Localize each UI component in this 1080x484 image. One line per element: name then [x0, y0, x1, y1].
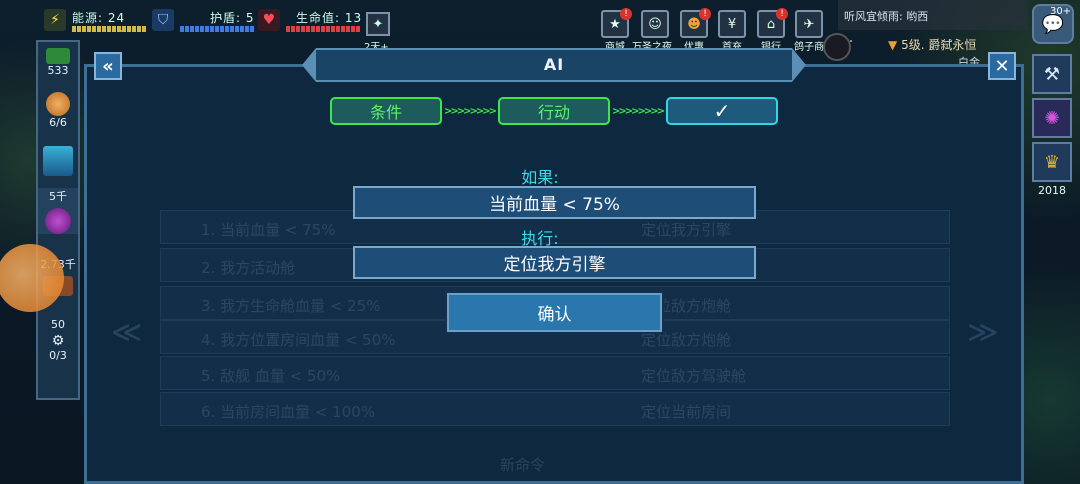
scrap-count: 533	[47, 64, 69, 77]
hammer-icon: ⚒	[1043, 63, 1061, 85]
pumpkin-icon: ☺	[641, 10, 669, 38]
lightning-icon: ⚡	[44, 9, 66, 31]
cargo-count: 50	[51, 318, 65, 331]
action-field[interactable]: 定位我方引擎	[353, 246, 756, 279]
sector-map-icon[interactable]: ✦	[366, 12, 390, 36]
dialog-title-bar: AI	[302, 48, 806, 82]
orb-icon	[45, 208, 71, 234]
trophy-count: 2018	[1038, 184, 1066, 197]
trophy-icon: ♛	[1043, 151, 1061, 173]
ghost-next-arrow: ≫	[967, 315, 999, 350]
ghost-rule-row: 5. 敌舰 血量 < 50% 定位敌方驾驶舱	[160, 356, 950, 390]
ghost-prev-arrow: ≪	[111, 315, 143, 350]
shield-stat: ⛉ 护盾: 5	[152, 6, 255, 34]
yen-icon: ¥	[718, 10, 746, 38]
nav-bank-button[interactable]: ⌂ ! 银行	[756, 8, 788, 53]
notification-badge: !	[620, 8, 632, 20]
energy-label: 能源: 24	[72, 10, 126, 25]
hull-label: 生命值: 13	[296, 10, 363, 25]
trophy-button[interactable]: ♛	[1032, 142, 1072, 182]
shield-icon: ⛉	[152, 9, 174, 31]
spider-icon: ✺	[1044, 107, 1060, 129]
nav-first-charge-button[interactable]: ¥ 首充	[717, 10, 747, 53]
step-action[interactable]: 行动	[498, 97, 610, 125]
energy-stat: ⚡ 能源: 24	[44, 6, 146, 34]
energy-bar	[72, 25, 146, 32]
scrap-resource: 533	[38, 48, 78, 77]
step-condition[interactable]: 条件	[330, 97, 442, 125]
station-gear-icon: ⚙	[51, 333, 65, 349]
close-button[interactable]: ✕	[988, 52, 1016, 80]
stations-count: 0/3	[49, 349, 67, 362]
crew-icon	[46, 92, 70, 116]
dialog-title: AI	[543, 55, 565, 74]
chat-notice-text: 听风宜倾雨: 哟西	[844, 10, 929, 23]
crystal-resource	[38, 146, 78, 176]
crew-resource: 6/6	[38, 92, 78, 129]
avatar[interactable]	[823, 33, 851, 61]
shield-bar	[180, 25, 255, 32]
back-button[interactable]: «	[94, 52, 122, 80]
condition-field[interactable]: 当前血量 < 75%	[353, 186, 756, 219]
money-icon	[46, 48, 70, 64]
ghost-new-command: 新命令	[500, 456, 546, 474]
cargo-resource: 50 ⚙ 0/3	[38, 318, 78, 362]
if-label: 如果:	[521, 168, 559, 187]
rank-arrow-icon: ▼	[888, 38, 898, 52]
crew-count: 6/6	[49, 116, 67, 129]
notification-badge: !	[699, 8, 711, 20]
nav-shop-button[interactable]: ★ ! 商城	[600, 8, 632, 53]
double-chevron-left-icon: «	[102, 55, 114, 77]
rank-level: 5级. 爵弑永恒	[901, 38, 977, 52]
step-arrow-icon: >>>>>>>>	[444, 106, 497, 117]
heart-icon: ♥	[258, 9, 280, 31]
ghost-rule-row: 6. 当前房间血量 < 100% 定位当前房间	[160, 392, 950, 426]
nav-dove-shop-button[interactable]: ✈ 鸽子商	[794, 10, 824, 53]
hull-bar	[286, 25, 362, 32]
notification-badge: !	[776, 8, 788, 20]
build-button[interactable]: ⚒	[1032, 54, 1072, 94]
shield-label: 护盾: 5	[210, 10, 255, 25]
rank-text: ▼ 5级. 爵弑永恒	[888, 36, 976, 53]
faction-button[interactable]: ✺	[1032, 98, 1072, 138]
step-arrow-icon: >>>>>>>>	[612, 106, 665, 117]
resource-a-count: 5千	[49, 190, 67, 203]
hull-stat: ♥ 生命值: 13	[258, 6, 362, 34]
dove-icon: ✈	[795, 10, 823, 38]
nav-deals-button[interactable]: ☻ ! 优惠	[679, 8, 711, 53]
close-icon: ✕	[994, 55, 1010, 77]
resource-a: 5千	[38, 188, 78, 234]
nav-halloween-button[interactable]: ☺ 万圣之夜	[632, 10, 672, 53]
crystal-icon	[43, 146, 73, 176]
confirm-button[interactable]: 确认	[445, 291, 664, 334]
chat-count: 30+	[1050, 6, 1072, 17]
step-confirm-check[interactable]: ✓	[666, 97, 778, 125]
chat-notice[interactable]: 听风宜倾雨: 哟西	[838, 0, 1028, 30]
resource-panel: 533 6/6 5千 2.73千 50 ⚙ 0/3	[36, 40, 80, 400]
